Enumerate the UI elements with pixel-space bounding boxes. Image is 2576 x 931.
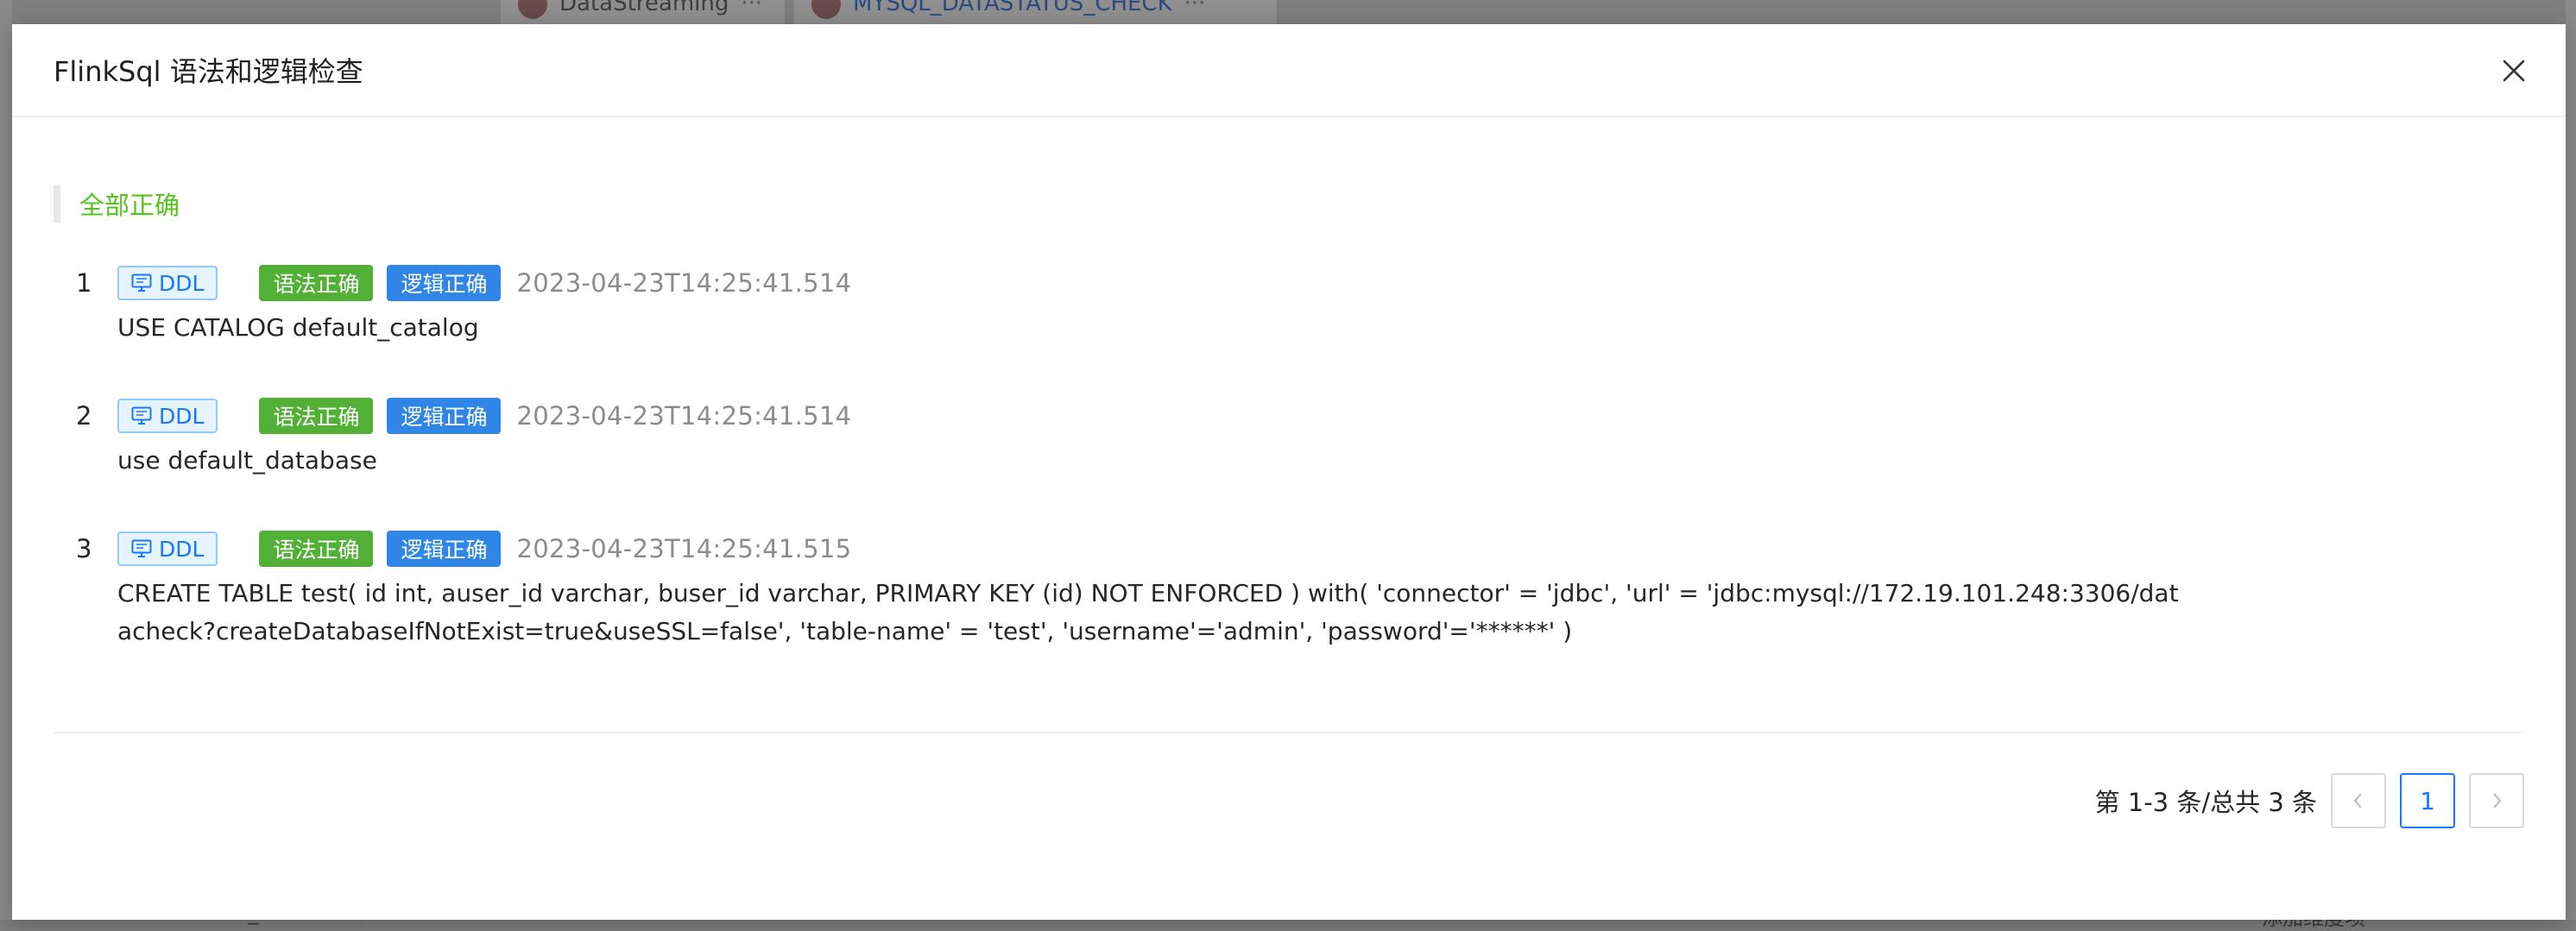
close-button[interactable]	[2493, 50, 2535, 91]
statement-item: 1 DDL 语法正确 逻辑正确 2023-04-23T14:25:41.514 …	[54, 264, 2524, 347]
statement-type-tag: DDL	[117, 266, 218, 300]
syntax-status-tag: 语法正确	[259, 531, 374, 567]
chevron-left-icon	[2353, 793, 2362, 808]
chevron-right-icon	[2493, 793, 2502, 808]
background-tab[interactable]: DataStreaming ···	[501, 0, 786, 24]
statement-type-tag: DDL	[117, 399, 218, 433]
next-page-button[interactable]	[2469, 773, 2524, 828]
background-tab[interactable]: MYSQL_DATASTATUS_CHECK ···	[794, 0, 1278, 24]
pagination-total: 第 1-3 条/总共 3 条	[2094, 788, 2317, 817]
more-icon: ···	[741, 0, 763, 16]
statement-sql: CREATE TABLE test( id int, auser_id varc…	[117, 579, 2179, 645]
background-right-panel	[2566, 0, 2576, 920]
statement-timestamp: 2023-04-23T14:25:41.514	[516, 401, 852, 431]
statement-type-tag: DDL	[117, 532, 218, 566]
more-icon: ···	[1184, 0, 1206, 16]
monitor-icon	[131, 274, 152, 292]
syntax-status-tag: 语法正确	[259, 398, 374, 434]
background-tab-label: DataStreaming	[559, 0, 729, 16]
pagination: 第 1-3 条/总共 3 条 1	[2095, 773, 2524, 828]
statement-sql: USE CATALOG default_catalog	[117, 313, 479, 342]
statement-type-label: DDL	[159, 403, 205, 429]
monitor-icon	[131, 539, 152, 557]
statement-type-label: DDL	[159, 536, 205, 562]
tab-avatar-icon	[811, 0, 841, 19]
statement-index: 2	[76, 401, 92, 431]
logic-status-tag: 逻辑正确	[387, 265, 502, 301]
statement-type-label: DDL	[159, 270, 205, 296]
sql-check-dialog: FlinkSql 语法和逻辑检查 全部正确 1 DDL 语法正确 逻辑正确 20…	[12, 24, 2566, 920]
close-icon	[2503, 60, 2525, 82]
list-divider	[54, 732, 2524, 733]
background-left-panel	[0, 0, 12, 920]
statement-item: 2 DDL 语法正确 逻辑正确 2023-04-23T14:25:41.514 …	[54, 397, 2524, 480]
syntax-status-tag: 语法正确	[259, 265, 374, 301]
logic-status-tag: 逻辑正确	[387, 531, 502, 567]
statement-timestamp: 2023-04-23T14:25:41.515	[516, 534, 852, 563]
dialog-header: FlinkSql 语法和逻辑检查	[12, 24, 2566, 117]
dialog-body: 全部正确 1 DDL 语法正确 逻辑正确 2023-04-23T14:25:41…	[12, 185, 2566, 651]
statement-item: 3 DDL 语法正确 逻辑正确 2023-04-23T14:25:41.515 …	[54, 530, 2524, 651]
tab-avatar-icon	[518, 0, 547, 19]
check-summary: 全部正确	[54, 185, 2524, 223]
statement-timestamp: 2023-04-23T14:25:41.514	[516, 268, 852, 298]
prev-page-button[interactable]	[2331, 773, 2386, 828]
logic-status-tag: 逻辑正确	[387, 398, 502, 434]
statement-index: 3	[76, 534, 92, 563]
dialog-title: FlinkSql 语法和逻辑检查	[54, 55, 363, 88]
monitor-icon	[131, 406, 152, 425]
statement-index: 1	[76, 268, 92, 298]
statement-sql: use default_database	[117, 446, 377, 475]
page-item[interactable]: 1	[2400, 773, 2455, 828]
background-tab-label: MYSQL_DATASTATUS_CHECK	[853, 0, 1172, 16]
